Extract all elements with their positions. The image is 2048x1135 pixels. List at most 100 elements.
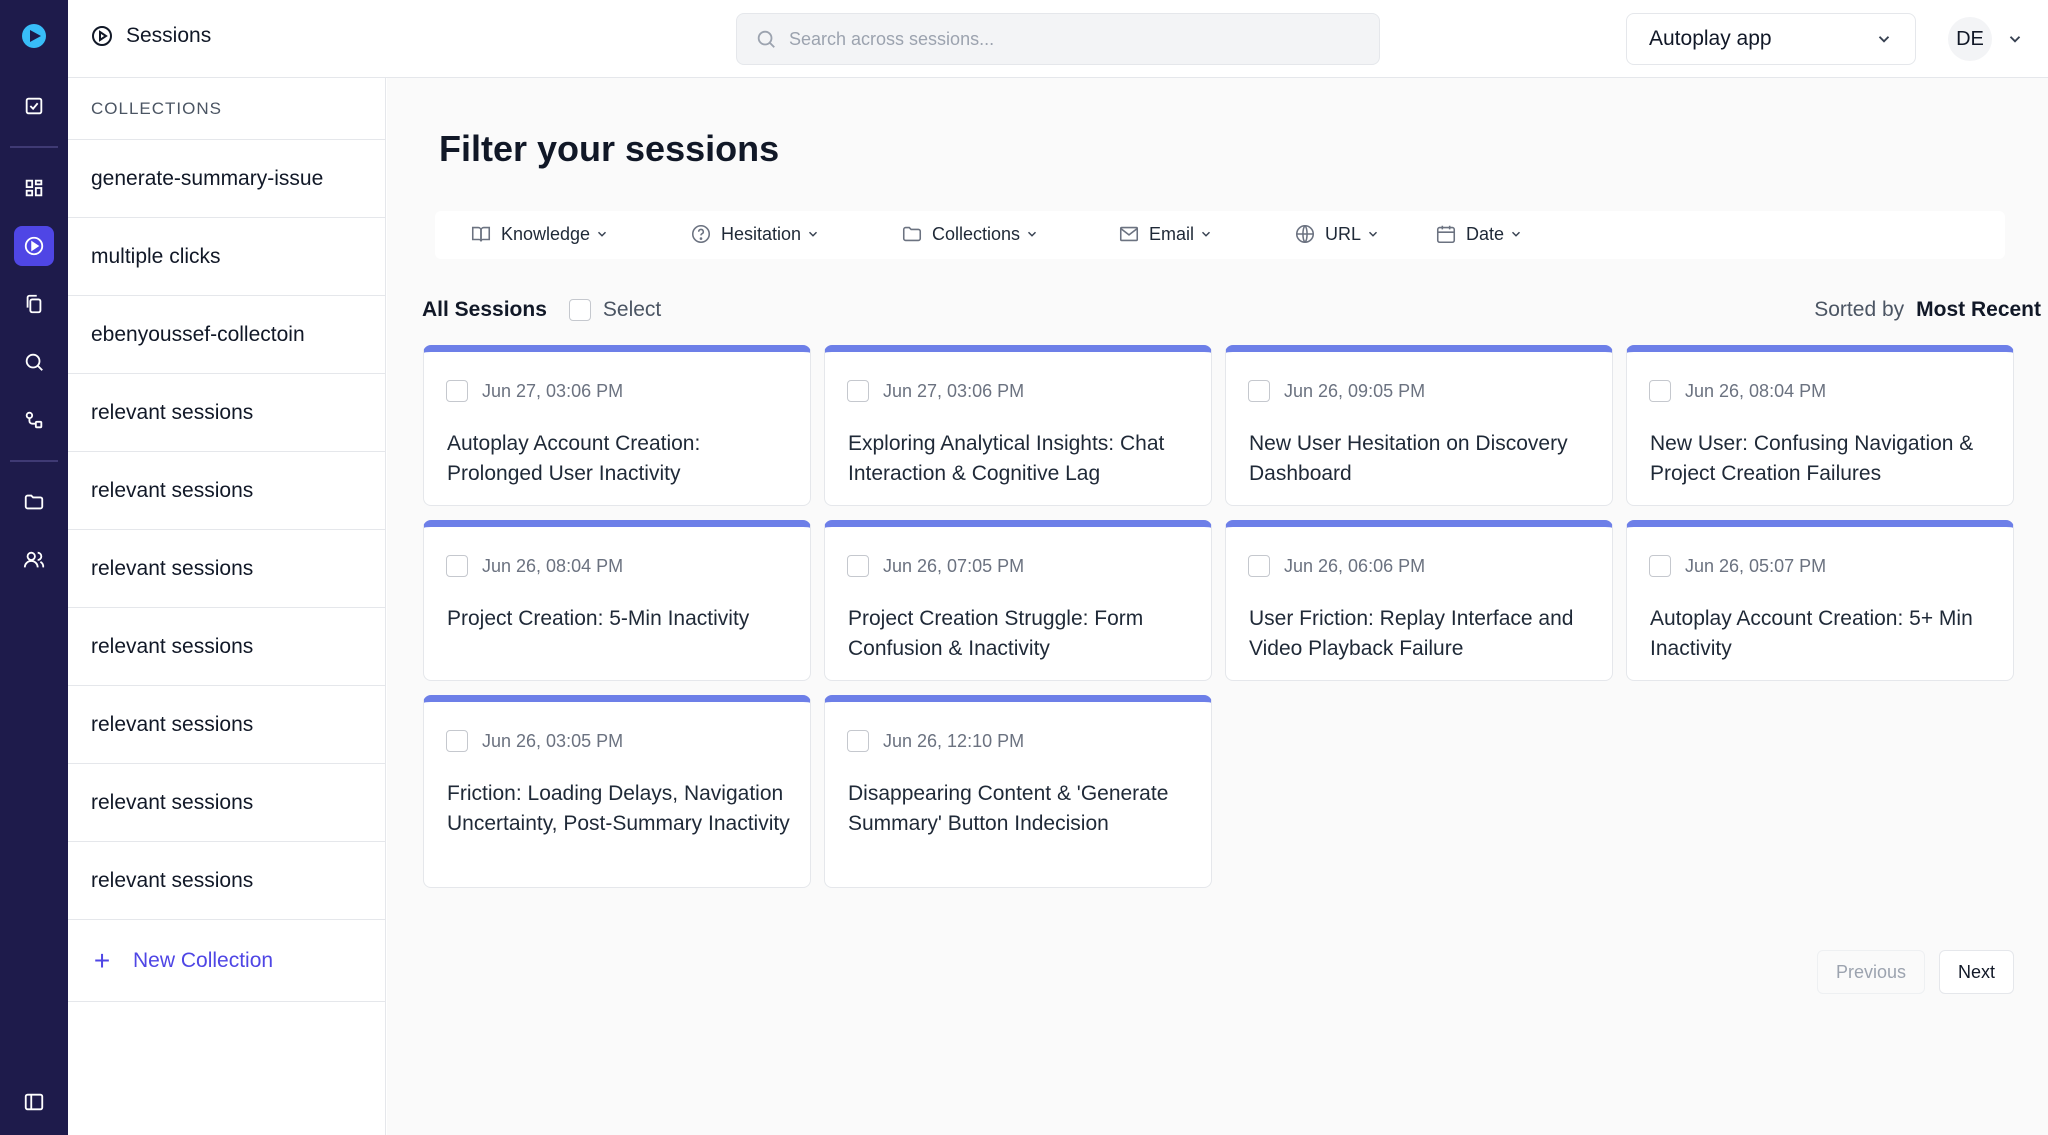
session-card[interactable]: Jun 26, 08:04 PM New User: Confusing Nav…	[1626, 345, 2014, 506]
rail-users-button[interactable]	[14, 540, 54, 580]
session-title: Project Creation Struggle: Form Confusio…	[848, 607, 1144, 660]
collection-item[interactable]: relevant sessions	[68, 686, 385, 764]
session-card[interactable]: Jun 27, 03:06 PM Autoplay Account Creati…	[423, 345, 811, 506]
app-selector-value: Autoplay app	[1649, 27, 1772, 50]
collection-item[interactable]: relevant sessions	[68, 452, 385, 530]
avatar[interactable]: DE	[1948, 17, 1992, 61]
previous-page-button[interactable]: Previous	[1816, 950, 1925, 994]
session-title: User Friction: Replay Interface and Vide…	[1249, 607, 1574, 660]
collections-panel: COLLECTIONS generate-summary-issue multi…	[68, 78, 386, 1135]
question-circle-icon	[691, 224, 711, 244]
folder-icon	[24, 494, 44, 510]
globe-icon	[1295, 224, 1315, 244]
app-selector[interactable]: Autoplay app	[1626, 13, 1916, 65]
play-icon	[24, 236, 44, 256]
new-collection-label: New Collection	[133, 948, 274, 972]
sort-control[interactable]: Sorted by Most Recent	[1814, 298, 2041, 322]
session-checkbox[interactable]	[847, 555, 869, 577]
session-checkbox[interactable]	[446, 380, 468, 402]
filter-bar: Knowledge Hesitation Collections Email U…	[435, 211, 2005, 259]
session-card[interactable]: Jun 26, 12:10 PM Disappearing Content & …	[824, 695, 1212, 888]
select-all-toggle[interactable]: Select	[568, 298, 661, 322]
select-all-checkbox[interactable]	[568, 299, 591, 321]
session-checkbox[interactable]	[446, 555, 468, 577]
session-card[interactable]: Jun 26, 05:07 PM Autoplay Account Creati…	[1626, 520, 2014, 681]
page-header-title: Sessions	[126, 24, 212, 47]
chevron-down-icon	[1369, 231, 1378, 237]
rail-dashboard-button[interactable]	[14, 168, 54, 208]
session-date-text: Jun 26, 03:05 PM	[482, 730, 624, 751]
session-title: Exploring Analytical Insights: Chat Inte…	[848, 432, 1165, 485]
session-checkbox[interactable]	[847, 730, 869, 752]
filter-label: Hesitation	[721, 223, 802, 244]
session-title: New User: Confusing Navigation & Project…	[1650, 432, 1974, 485]
session-checkbox[interactable]	[1649, 555, 1671, 577]
search-icon	[757, 30, 775, 48]
session-card[interactable]: Jun 26, 03:05 PM Friction: Loading Delay…	[423, 695, 811, 888]
rail-collapse-button[interactable]	[14, 1082, 54, 1122]
collection-item[interactable]: multiple clicks	[68, 218, 385, 296]
left-rail	[0, 0, 68, 1135]
session-date-text: Jun 26, 12:10 PM	[883, 730, 1025, 751]
session-date: Jun 26, 08:04 PM	[446, 555, 623, 577]
session-checkbox[interactable]	[1248, 555, 1270, 577]
session-title: Autoplay Account Creation: 5+ Min Inacti…	[1650, 607, 1973, 660]
session-checkbox[interactable]	[847, 380, 869, 402]
collection-item[interactable]: relevant sessions	[68, 608, 385, 686]
new-collection-button[interactable]: + New Collection	[68, 920, 385, 1002]
filter-email[interactable]: Email	[1118, 223, 1213, 245]
rail-flows-button[interactable]	[14, 400, 54, 440]
collection-item[interactable]: relevant sessions	[68, 374, 385, 452]
chevron-down-icon	[1202, 231, 1211, 237]
rail-documents-button[interactable]	[14, 284, 54, 324]
next-page-button[interactable]: Next	[1938, 950, 2014, 994]
sessions-toolbar: All Sessions Select	[422, 298, 661, 322]
filter-url[interactable]: URL	[1294, 223, 1380, 245]
filter-label: Knowledge	[501, 223, 591, 244]
rail-search-button[interactable]	[14, 342, 54, 382]
collection-item[interactable]: generate-summary-issue	[68, 140, 385, 218]
chevron-down-icon	[809, 231, 818, 237]
chevron-down-icon[interactable]	[2006, 30, 2024, 48]
logo-icon[interactable]	[20, 22, 48, 50]
collection-item[interactable]: relevant sessions	[68, 530, 385, 608]
session-date: Jun 26, 08:04 PM	[1649, 380, 1826, 402]
collection-item[interactable]: ebenyoussef-collectoin	[68, 296, 385, 374]
rail-sessions-button[interactable]	[14, 226, 54, 266]
rail-folders-button[interactable]	[14, 482, 54, 522]
sort-label: Sorted by	[1814, 298, 1905, 321]
session-date: Jun 26, 05:07 PM	[1649, 555, 1826, 577]
filter-knowledge[interactable]: Knowledge	[470, 223, 609, 245]
filter-label: Email	[1149, 223, 1195, 244]
session-card[interactable]: Jun 26, 09:05 PM New User Hesitation on …	[1225, 345, 1613, 506]
session-checkbox[interactable]	[1649, 380, 1671, 402]
rail-tasks-button[interactable]	[14, 86, 54, 126]
session-date: Jun 26, 06:06 PM	[1248, 555, 1425, 577]
pagination: Previous Next	[1816, 950, 2014, 994]
flow-icon	[25, 411, 43, 429]
session-checkbox[interactable]	[446, 730, 468, 752]
session-date-text: Jun 26, 06:06 PM	[1284, 555, 1426, 576]
session-date: Jun 26, 03:05 PM	[446, 730, 623, 752]
mail-icon	[1119, 226, 1139, 242]
filter-collections[interactable]: Collections	[901, 223, 1039, 245]
filter-date[interactable]: Date	[1435, 223, 1523, 245]
filter-hesitation[interactable]: Hesitation	[690, 223, 820, 245]
checkbox-icon	[25, 97, 43, 115]
session-checkbox[interactable]	[1248, 380, 1270, 402]
search-input[interactable]	[789, 28, 1349, 50]
users-icon	[23, 551, 45, 568]
collection-item[interactable]: relevant sessions	[68, 842, 385, 920]
collection-item[interactable]: relevant sessions	[68, 764, 385, 842]
folder-icon	[902, 226, 922, 242]
session-card[interactable]: Jun 26, 08:04 PM Project Creation: 5-Min…	[423, 520, 811, 681]
sort-value[interactable]: Most Recent	[1916, 298, 2041, 322]
session-card[interactable]: Jun 26, 06:06 PM User Friction: Replay I…	[1225, 520, 1613, 681]
session-card[interactable]: Jun 27, 03:06 PM Exploring Analytical In…	[824, 345, 1212, 506]
search-icon	[25, 353, 43, 371]
session-date-text: Jun 26, 08:04 PM	[1685, 380, 1827, 401]
page-title: Filter your sessions	[439, 128, 780, 169]
rail-divider	[10, 460, 58, 462]
global-search[interactable]	[736, 13, 1380, 65]
session-card[interactable]: Jun 26, 07:05 PM Project Creation Strugg…	[824, 520, 1212, 681]
